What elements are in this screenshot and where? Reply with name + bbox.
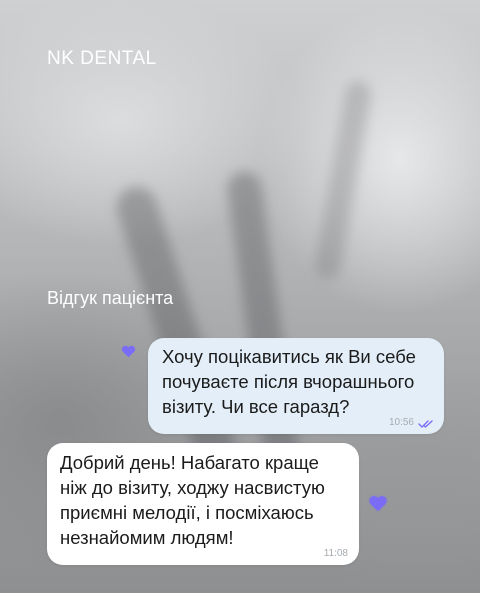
message-text: Хочу поцікавитись як Ви себе почуваєте п… — [162, 346, 416, 417]
incoming-message-bubble[interactable]: Добрий день! Набагато краще ніж до візит… — [47, 443, 359, 565]
message-time: 11:08 — [323, 548, 348, 559]
heart-icon[interactable] — [368, 494, 388, 512]
message-time: 10:56 — [388, 417, 414, 428]
outgoing-message-bubble[interactable]: Хочу поцікавитись як Ви себе почуваєте п… — [148, 338, 444, 434]
message-text: Добрий день! Набагато краще ніж до візит… — [60, 452, 325, 548]
brand-logo-text: NK DENTAL — [47, 48, 157, 69]
review-caption: Відгук пацієнта — [47, 288, 174, 308]
heart-icon[interactable] — [121, 344, 136, 358]
read-checkmarks-icon — [418, 420, 433, 428]
